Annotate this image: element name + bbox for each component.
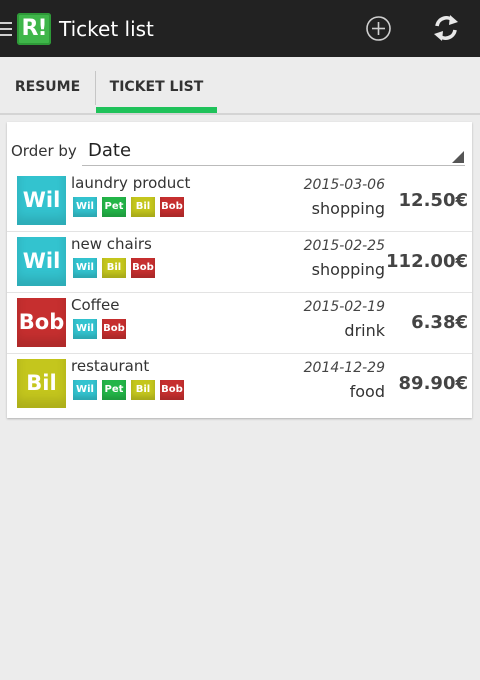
tab-selected-indicator xyxy=(96,107,217,113)
participant-chip: Bil xyxy=(131,197,155,217)
ticket-date: 2015-02-25 xyxy=(303,238,385,254)
ticket-amount: 6.38€ xyxy=(411,312,468,333)
participant-chip: Bob xyxy=(102,319,126,339)
participant-chip: Bob xyxy=(160,197,184,217)
app-logo[interactable]: R! xyxy=(17,13,51,45)
participant-chip: Bob xyxy=(131,258,155,278)
app-bar: R! Ticket list xyxy=(0,0,480,57)
ticket-category: food xyxy=(349,382,385,401)
participant-chips: Wil Pet Bil Bob xyxy=(73,197,184,217)
participant-chip: Wil xyxy=(73,319,97,339)
ticket-title: restaurant xyxy=(71,357,150,375)
ticket-amount: 112.00€ xyxy=(386,251,468,272)
participant-chips: Wil Bil Bob xyxy=(73,258,155,278)
ticket-row[interactable]: Bob Coffee Wil Bob 2015-02-19 drink 6.38€ xyxy=(7,293,472,354)
add-circle-icon[interactable] xyxy=(365,15,392,42)
ticket-title: laundry product xyxy=(71,174,191,192)
participant-chips: Wil Pet Bil Bob xyxy=(73,380,184,400)
participant-chip: Wil xyxy=(73,197,97,217)
order-by-value: Date xyxy=(88,140,132,161)
participant-chip: Bob xyxy=(160,380,184,400)
participant-chip: Bil xyxy=(131,380,155,400)
ticket-row[interactable]: Wil laundry product Wil Pet Bil Bob 2015-03-06… xyxy=(7,171,472,232)
page-title: Ticket list xyxy=(59,17,154,41)
ticket-category: drink xyxy=(344,321,385,340)
ticket-amount: 89.90€ xyxy=(398,373,468,394)
payer-avatar: Wil xyxy=(17,237,66,286)
ticket-date: 2015-03-06 xyxy=(303,177,385,193)
ticket-row[interactable]: Wil new chairs Wil Bil Bob 2015-02-25 shopping… xyxy=(7,232,472,293)
participant-chip: Wil xyxy=(73,380,97,400)
ticket-title: new chairs xyxy=(71,235,152,253)
ticket-date: 2014-12-29 xyxy=(303,360,385,376)
participant-chip: Pet xyxy=(102,197,126,217)
participant-chips: Wil Bob xyxy=(73,319,126,339)
ticket-row[interactable]: Bil restaurant Wil Pet Bil Bob 2014-12-29 food 8… xyxy=(7,354,472,415)
order-by-label: Order by xyxy=(11,142,77,160)
participant-chip: Wil xyxy=(73,258,97,278)
participant-chip: Pet xyxy=(102,380,126,400)
ticket-title: Coffee xyxy=(71,296,120,314)
participant-chip: Bil xyxy=(102,258,126,278)
ticket-amount: 12.50€ xyxy=(398,190,468,211)
ticket-category: shopping xyxy=(311,199,385,218)
tab-bar: RESUME TICKET LIST xyxy=(0,57,480,115)
tab-resume[interactable]: RESUME xyxy=(0,57,95,115)
dropdown-arrow-icon xyxy=(452,151,464,163)
payer-avatar: Bob xyxy=(17,298,66,347)
payer-avatar: Bil xyxy=(17,359,66,408)
refresh-icon[interactable] xyxy=(431,13,461,43)
ticket-list-card: Order by Date Wil laundry product Wil Pet Bi… xyxy=(7,122,472,418)
order-by-select[interactable]: Date xyxy=(82,135,465,166)
payer-avatar: Wil xyxy=(17,176,66,225)
ticket-category: shopping xyxy=(311,260,385,279)
ticket-date: 2015-02-19 xyxy=(303,299,385,315)
menu-icon[interactable] xyxy=(0,22,12,36)
